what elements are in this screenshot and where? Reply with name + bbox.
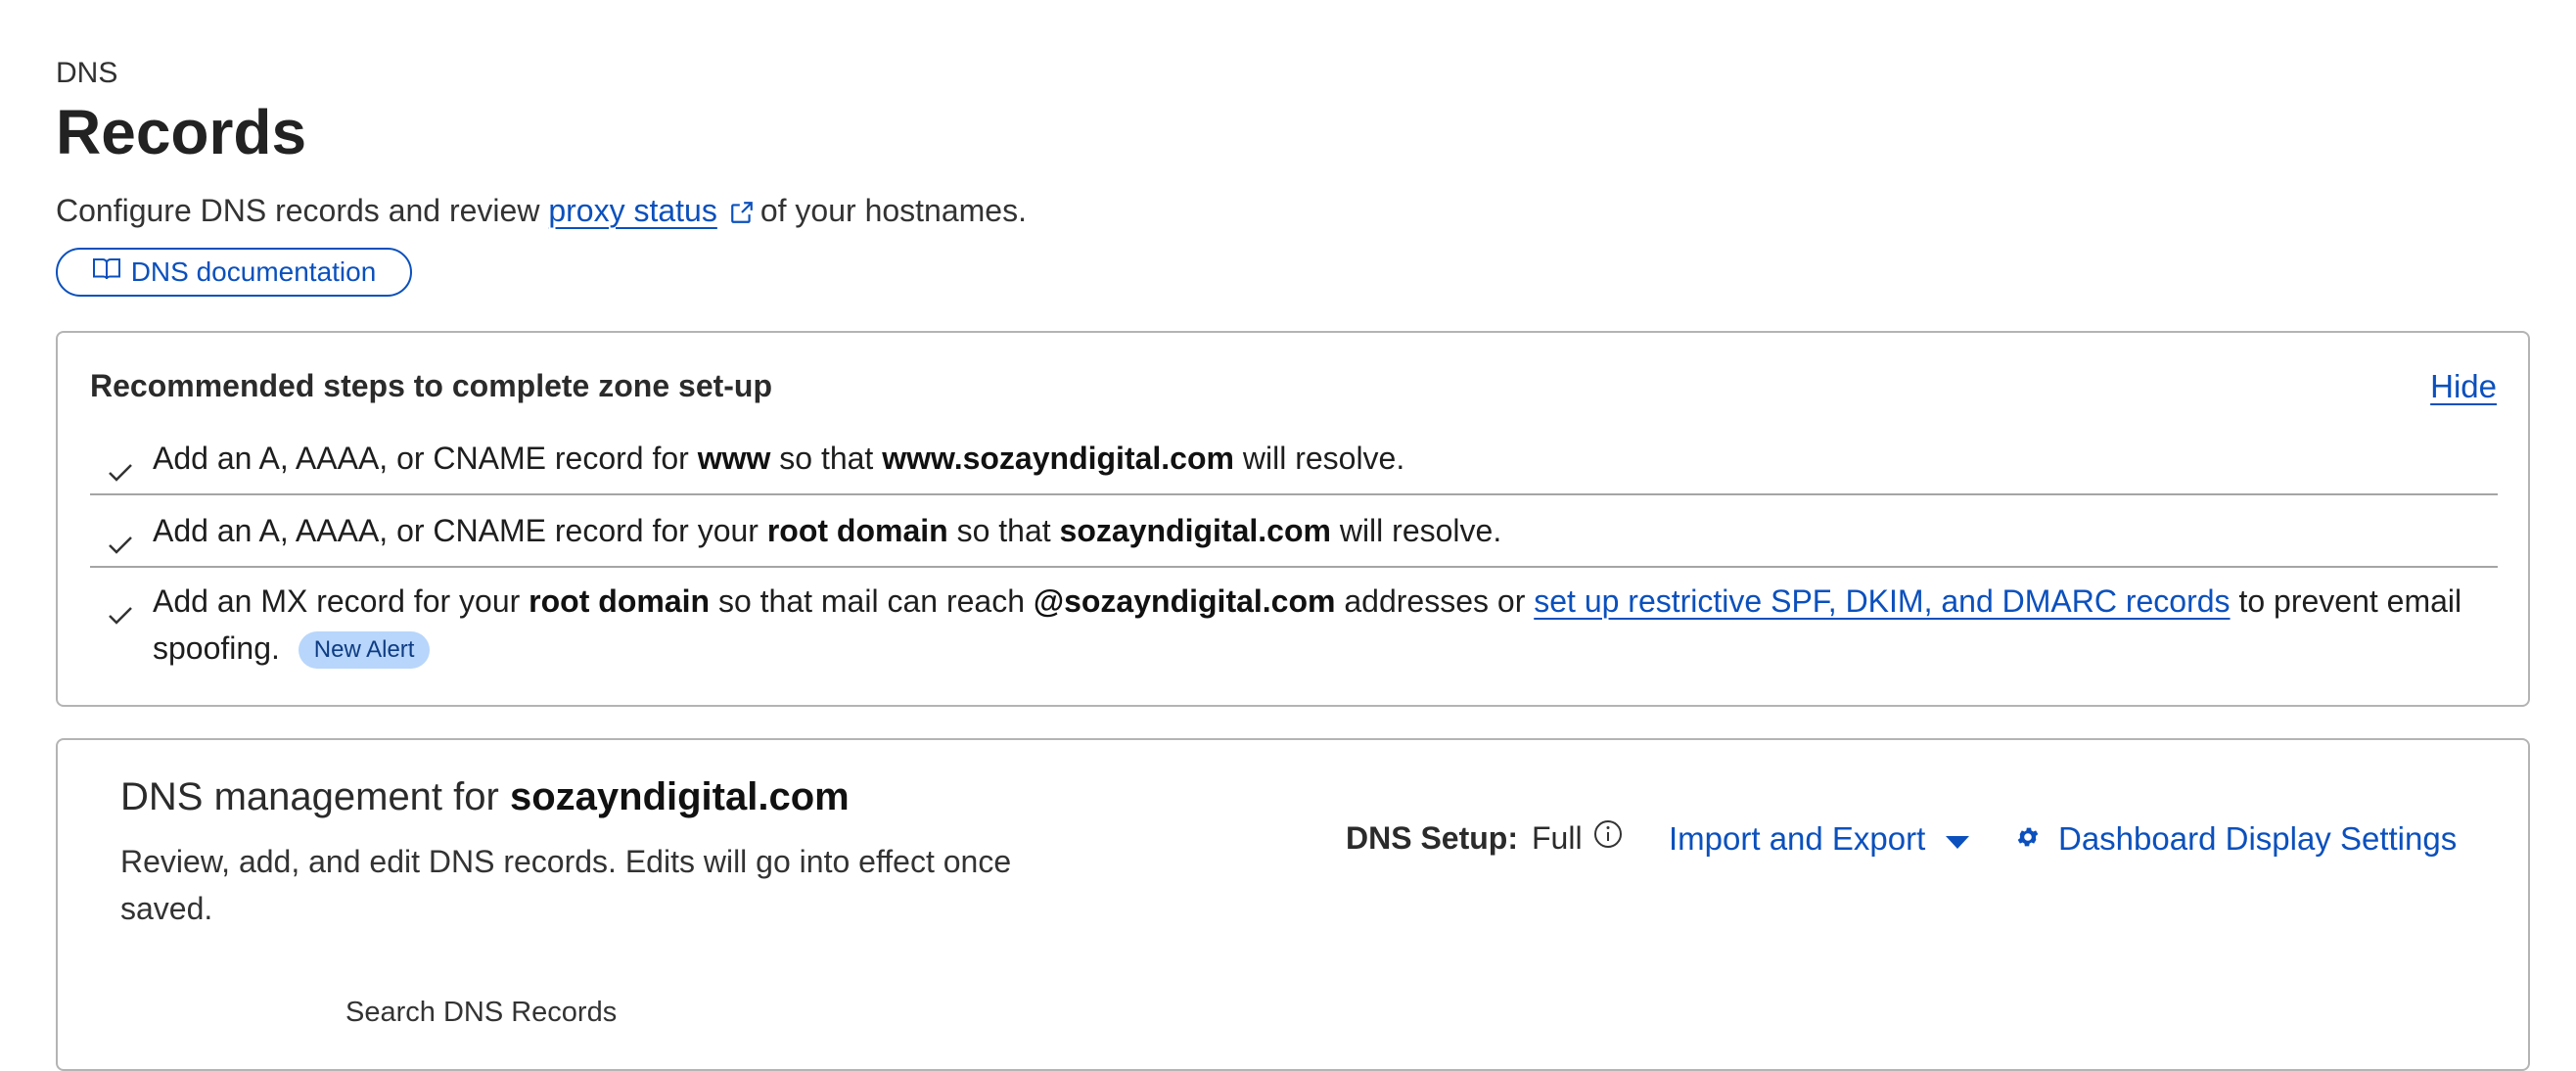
- step-root-record: Add an A, AAAA, or CNAME record for your…: [90, 495, 2498, 568]
- new-alert-badge: New Alert: [298, 631, 431, 669]
- dns-setup-label: DNS Setup:: [1346, 819, 1518, 856]
- dns-setup-value: Full: [1532, 819, 1583, 856]
- breadcrumb: DNS: [56, 57, 118, 89]
- caret-down-icon: [1945, 820, 1970, 858]
- external-link-icon[interactable]: [729, 197, 755, 233]
- search-dns-records-label: Search DNS Records: [345, 997, 618, 1028]
- recommended-steps-title: Recommended steps to complete zone set-u…: [90, 368, 773, 403]
- subtitle-text-post: of your hostnames.: [759, 193, 1027, 228]
- zone-domain: sozayndigital.com: [509, 775, 850, 818]
- dashboard-display-settings-button[interactable]: Dashboard Display Settings: [2015, 820, 2457, 858]
- info-icon[interactable]: [1592, 818, 1624, 858]
- dns-documentation-button[interactable]: DNS documentation: [56, 248, 412, 297]
- hide-link[interactable]: Hide: [2430, 368, 2497, 405]
- recommended-steps-card: Recommended steps to complete zone set-u…: [56, 331, 2530, 707]
- subtitle-text-pre: Configure DNS records and review: [56, 193, 540, 228]
- check-icon: [108, 521, 133, 568]
- page-subtitle: Configure DNS records and review proxy s…: [56, 193, 1027, 233]
- email-security-records-link[interactable]: set up restrictive SPF, DKIM, and DMARC …: [1534, 583, 2230, 619]
- check-icon: [108, 448, 133, 495]
- step-mx-record: Add an MX record for your root domain so…: [90, 568, 2498, 672]
- dns-management-description: Review, add, and edit DNS records. Edits…: [120, 844, 1012, 926]
- dns-setup-status: DNS Setup: Full: [1346, 818, 1624, 858]
- check-icon: [108, 591, 133, 638]
- import-export-dropdown[interactable]: Import and Export: [1669, 820, 1970, 858]
- gear-icon: [2015, 820, 2041, 858]
- step-www-record: Add an A, AAAA, or CNAME record for www …: [90, 423, 2498, 495]
- dns-documentation-label: DNS documentation: [130, 256, 377, 287]
- dns-management-title: DNS management for sozayndigital.com: [120, 775, 850, 818]
- proxy-status-link[interactable]: proxy status: [548, 193, 717, 228]
- dns-management-card: DNS management for sozayndigital.com Rev…: [56, 738, 2530, 1071]
- book-icon: [92, 256, 121, 289]
- page-title: Records: [56, 97, 307, 167]
- steps-list: Add an A, AAAA, or CNAME record for www …: [90, 423, 2498, 672]
